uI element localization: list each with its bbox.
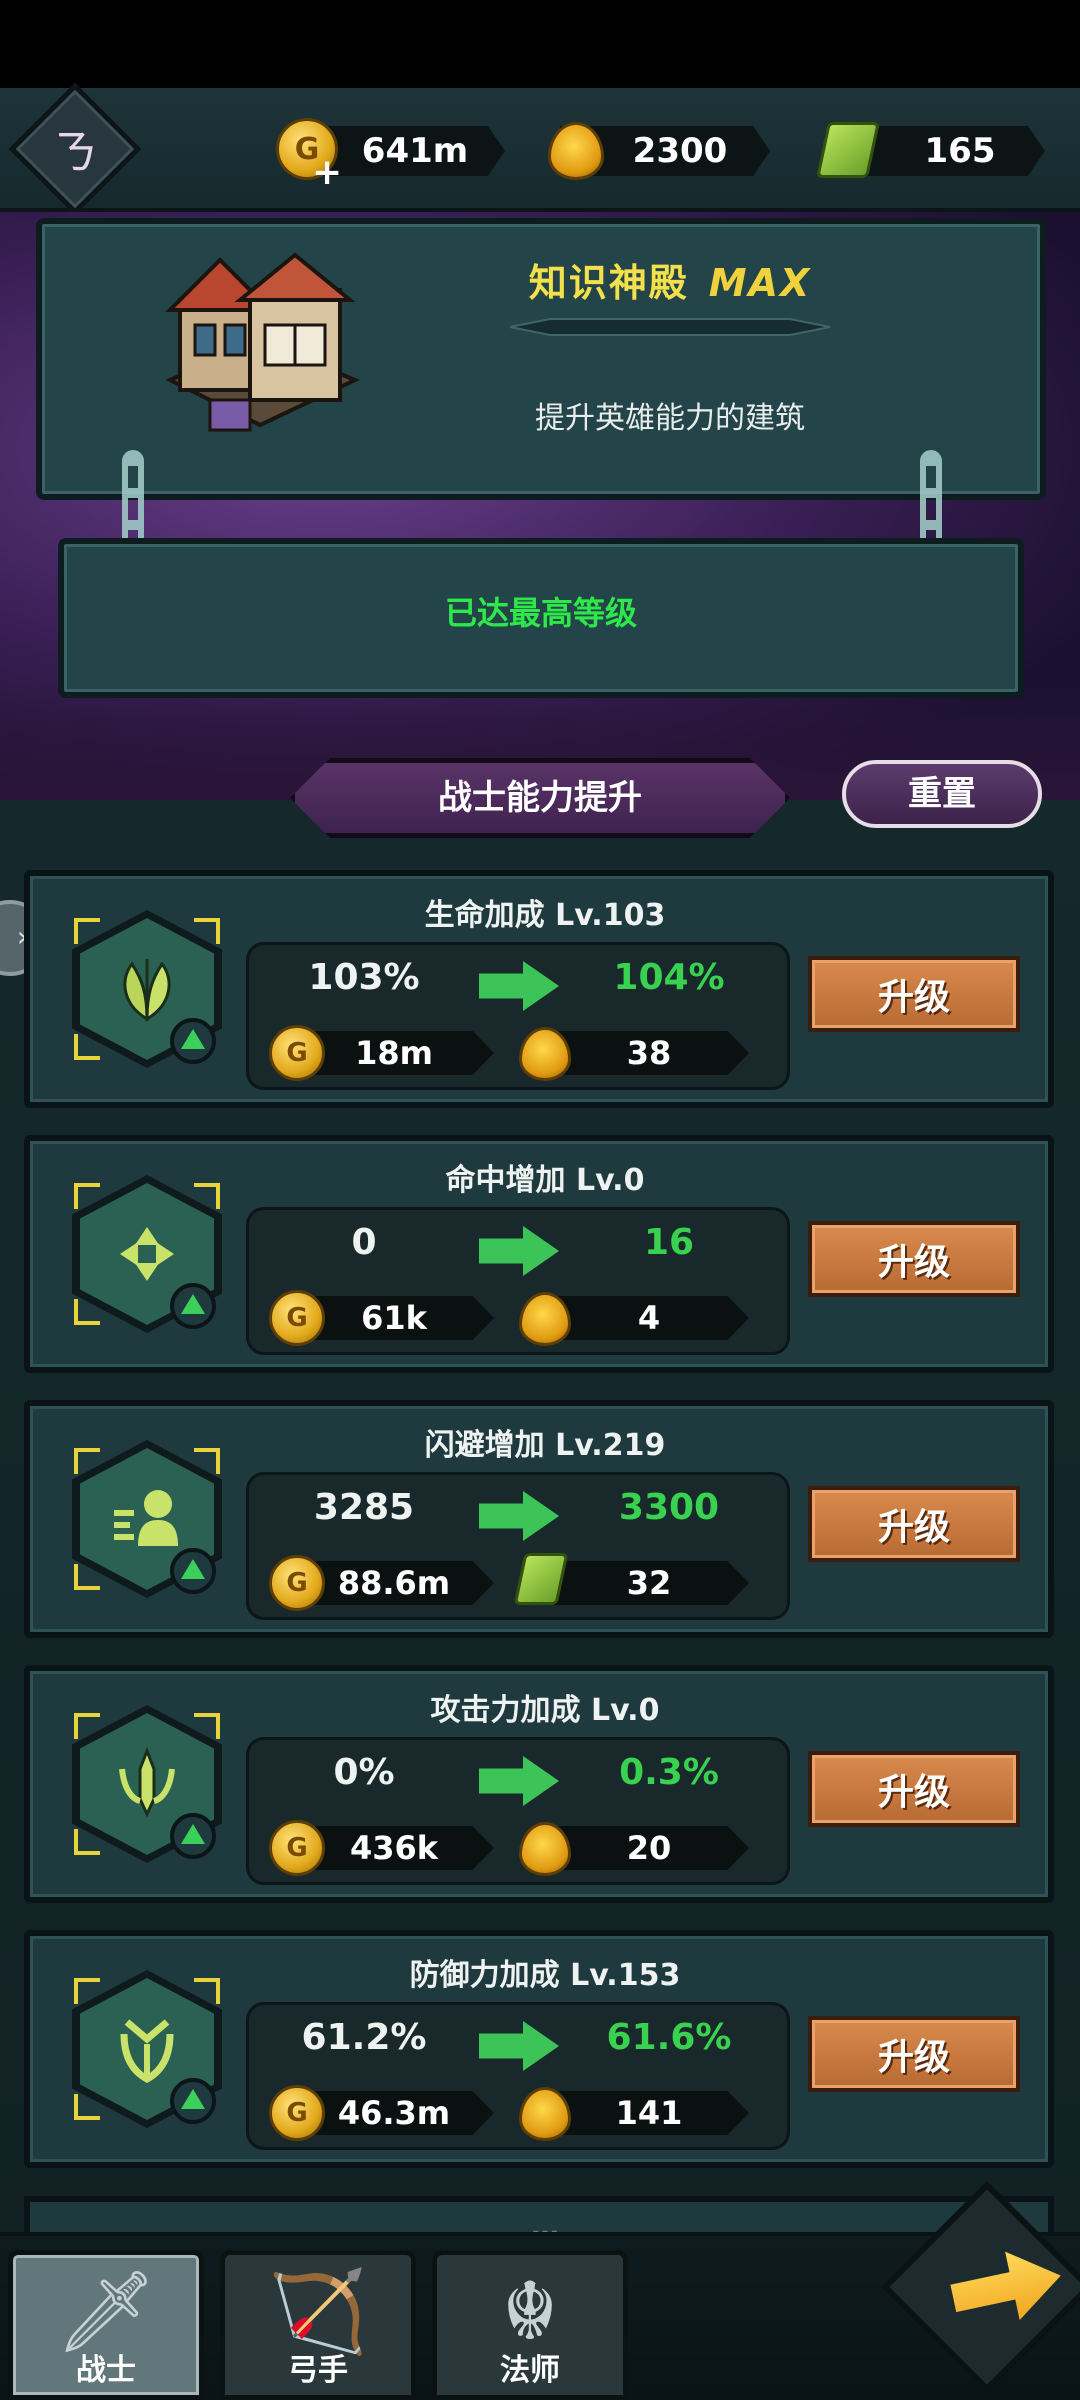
upgrade-icon-frame xyxy=(72,1175,222,1333)
arrow-right-icon xyxy=(479,1226,559,1276)
section-title: 战士能力提升 xyxy=(438,778,642,818)
building-title: 知识神殿 MAX xyxy=(490,252,850,307)
next-value: 3300 xyxy=(618,1487,720,1528)
upgrade-icon-frame xyxy=(72,1440,222,1598)
gold-cost: 46.3m xyxy=(337,2094,451,2132)
drop-value: 2300 xyxy=(632,131,728,171)
tab-archer-label: 弓手 xyxy=(288,2353,348,2388)
arrow-right-icon xyxy=(479,961,559,1011)
add-gold-icon[interactable]: + xyxy=(312,152,342,193)
temple-building-icon xyxy=(165,252,360,432)
arrow-right-icon xyxy=(479,1756,559,1806)
scroll-value: 165 xyxy=(924,131,996,171)
level-up-indicator-icon xyxy=(170,1283,216,1329)
level-up-indicator-icon xyxy=(170,1813,216,1859)
tab-archer[interactable]: 🏹 弓手 xyxy=(220,2250,416,2400)
secondary-cost: 20 xyxy=(626,1829,672,1867)
upgrade-stat-box: 103% 104% G 18m 38 xyxy=(246,942,790,1090)
upgrade-card: 命中增加 Lv.0 0 16 G 61k 4 升级 xyxy=(24,1135,1054,1373)
upgrade-icon-frame xyxy=(72,1970,222,2128)
title-ornament-icon xyxy=(510,318,830,336)
arrow-right-icon xyxy=(479,1491,559,1541)
secondary-cost: 141 xyxy=(615,2094,683,2132)
current-value: 0 xyxy=(351,1222,377,1263)
gold-coin-icon: G xyxy=(269,1820,325,1876)
current-value: 0% xyxy=(333,1752,395,1793)
next-value: 16 xyxy=(643,1222,695,1263)
tab-warrior-label: 战士 xyxy=(76,2353,136,2388)
upgrade-stat-box: 0 16 G 61k 4 xyxy=(246,1207,790,1355)
gold-cost: 88.6m xyxy=(337,1564,451,1602)
building-name: 知识神殿 xyxy=(528,261,689,305)
upgrade-button[interactable]: 升级 xyxy=(808,956,1020,1032)
secondary-cost: 4 xyxy=(637,1299,661,1337)
gold-coin-icon: G xyxy=(269,1025,325,1081)
upgrade-stat-box: 3285 3300 G 88.6m 32 xyxy=(246,1472,790,1620)
tab-warrior[interactable]: 🗡 战士 xyxy=(8,2250,204,2400)
upgrade-icon-frame xyxy=(72,1705,222,1863)
tab-mage[interactable]: ☬ 法师 xyxy=(432,2250,628,2400)
level-up-indicator-icon xyxy=(170,1548,216,1594)
resource-bar: ㄋ G + 641m 2300 165 xyxy=(0,82,1080,216)
gold-coin-icon: G xyxy=(269,1290,325,1346)
partial-next-card: … xyxy=(24,2196,1054,2243)
gold-value: 641m xyxy=(361,131,469,171)
current-value: 3285 xyxy=(313,1487,415,1528)
secondary-cost: 32 xyxy=(626,1564,672,1602)
upgrade-button[interactable]: 升级 xyxy=(808,1486,1020,1562)
current-value: 103% xyxy=(308,957,420,998)
next-value: 0.3% xyxy=(619,1752,719,1793)
upgrade-card: 生命加成 Lv.103 103% 104% G 18m 38 升级 xyxy=(24,870,1054,1108)
arrow-right-icon xyxy=(479,2021,559,2071)
secondary-cost: 38 xyxy=(626,1034,672,1072)
gold-cost: 61k xyxy=(361,1299,427,1337)
next-value: 104% xyxy=(613,957,725,998)
max-level-status: 已达最高等级 xyxy=(444,594,637,632)
tab-mage-label: 法师 xyxy=(500,2353,560,2388)
gold-cost: 18m xyxy=(355,1034,433,1072)
menu-rune-icon: ㄋ xyxy=(52,125,98,179)
status-bar xyxy=(0,0,1080,88)
upgrade-icon-frame xyxy=(72,910,222,1068)
upgrade-card: 闪避增加 Lv.219 3285 3300 G 88.6m 32 升级 xyxy=(24,1400,1054,1638)
level-up-indicator-icon xyxy=(170,2078,216,2124)
upgrade-button[interactable]: 升级 xyxy=(808,2016,1020,2092)
upgrade-card: 防御力加成 Lv.153 61.2% 61.6% G 46.3m 141 升级 xyxy=(24,1930,1054,2168)
upgrade-stat-box: 61.2% 61.6% G 46.3m 141 xyxy=(246,2002,790,2150)
upgrade-stat-box: 0% 0.3% G 436k 20 xyxy=(246,1737,790,1885)
upgrade-card: 攻击力加成 Lv.0 0% 0.3% G 436k 20 升级 xyxy=(24,1665,1054,1903)
level-up-indicator-icon xyxy=(170,1018,216,1064)
next-value: 61.6% xyxy=(606,2017,732,2058)
gold-coin-icon: G xyxy=(269,1555,325,1611)
upgrade-button[interactable]: 升级 xyxy=(808,1751,1020,1827)
current-value: 61.2% xyxy=(301,2017,427,2058)
upgrade-button[interactable]: 升级 xyxy=(808,1221,1020,1297)
reset-button[interactable]: 重置 xyxy=(842,760,1042,828)
gold-coin-icon: G xyxy=(269,2085,325,2141)
max-level-tag: MAX xyxy=(708,261,812,305)
building-description: 提升英雄能力的建筑 xyxy=(535,401,805,436)
gold-cost: 436k xyxy=(349,1829,439,1867)
